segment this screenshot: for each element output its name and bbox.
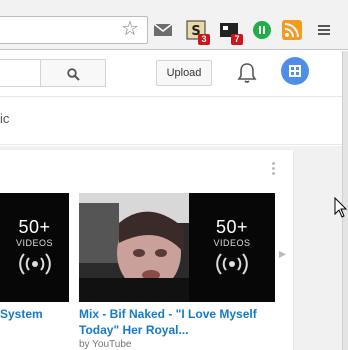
mix-radio-icon <box>216 253 248 275</box>
playlist-title[interactable]: Mix - Bif Naked - "I Love Myself Today" … <box>79 306 269 338</box>
video-still-image <box>79 193 189 302</box>
gmail-icon[interactable] <box>153 20 173 40</box>
account-avatar[interactable] <box>281 57 309 85</box>
bookmark-star-icon[interactable]: ☆ <box>121 18 139 40</box>
playlist-overlay: 50+ VIDEOS <box>189 193 275 302</box>
playlist-thumbnail[interactable]: 50+ VIDEOS <box>0 193 69 302</box>
search-icon <box>67 68 80 81</box>
extension-badge: 3 <box>198 34 210 45</box>
avatar-icon <box>289 65 301 77</box>
s-extension-icon[interactable]: S 3 <box>186 20 210 45</box>
playlist-thumbnail[interactable]: 50+ VIDEOS <box>79 193 275 302</box>
shelf-next-arrow-icon[interactable]: ▸ <box>279 245 286 262</box>
mouse-cursor-icon <box>334 197 348 218</box>
notifications-bell-icon[interactable] <box>236 61 258 85</box>
shelf-menu-icon[interactable] <box>272 162 276 176</box>
rss-feed-icon[interactable] <box>282 20 302 40</box>
video-count-label: VIDEOS <box>213 238 251 248</box>
browser-toolbar: ☆ S 3 7 <box>0 0 348 50</box>
playlist-title[interactable]: System <box>0 306 43 322</box>
video-count-label: VIDEOS <box>15 238 53 248</box>
category-label[interactable]: ic <box>0 111 9 126</box>
video-count: 50+ <box>215 217 249 237</box>
search-button[interactable] <box>40 59 106 87</box>
green-pause-extension-icon[interactable] <box>252 20 272 40</box>
upload-button[interactable]: Upload <box>156 60 212 86</box>
category-bar: ic <box>0 97 348 145</box>
playlist-byline: by YouTube <box>79 339 132 350</box>
search-input[interactable] <box>0 59 41 87</box>
notes-extension-icon[interactable]: 7 <box>219 20 243 45</box>
mix-radio-icon <box>18 253 51 275</box>
chrome-menu-icon[interactable] <box>316 20 336 40</box>
playlist-overlay: 50+ VIDEOS <box>0 193 69 302</box>
extension-badge: 7 <box>231 34 243 45</box>
video-count: 50+ <box>18 217 51 237</box>
